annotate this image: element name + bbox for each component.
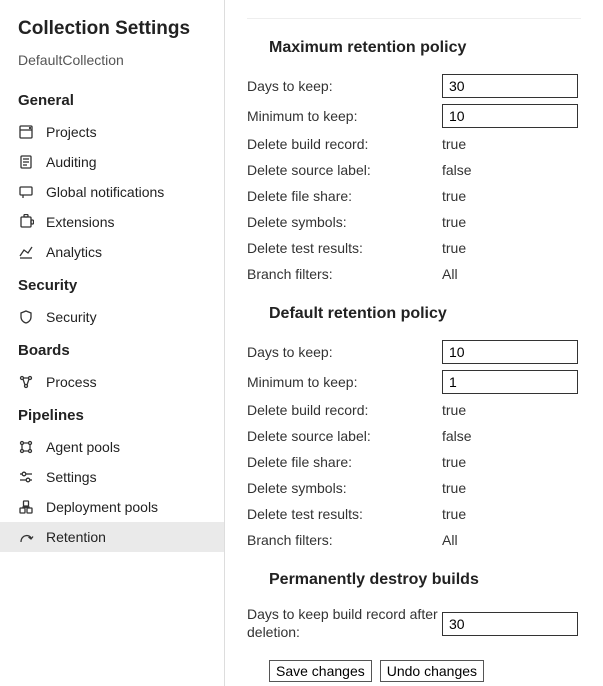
projects-icon xyxy=(18,124,34,140)
section-default-title: Default retention policy xyxy=(247,287,581,337)
def-min-label: Minimum to keep: xyxy=(247,374,442,390)
sidebar-item-retention[interactable]: Retention xyxy=(0,522,224,552)
settings-icon xyxy=(18,469,34,485)
max-min-input[interactable] xyxy=(442,104,578,128)
deployment-icon xyxy=(18,499,34,515)
sidebar-item-security[interactable]: Security xyxy=(0,302,224,332)
section-max-title: Maximum retention policy xyxy=(247,33,581,71)
def-delete-fileshare-label: Delete file share: xyxy=(247,454,442,470)
sidebar-item-label: Analytics xyxy=(46,244,102,260)
max-delete-source-label: Delete source label: xyxy=(247,162,442,178)
sidebar-item-global-notifications[interactable]: Global notifications xyxy=(0,177,224,207)
sidebar-item-auditing[interactable]: Auditing xyxy=(0,147,224,177)
sidebar-item-process[interactable]: Process xyxy=(0,367,224,397)
analytics-icon xyxy=(18,244,34,260)
def-branch-label: Branch filters: xyxy=(247,532,442,548)
sidebar: Collection Settings DefaultCollection Ge… xyxy=(0,0,225,686)
nav-group-general: General xyxy=(0,82,224,117)
sidebar-item-label: Retention xyxy=(46,529,106,545)
max-delete-source-value: false xyxy=(442,162,472,178)
sidebar-item-label: Agent pools xyxy=(46,439,120,455)
max-delete-fileshare-label: Delete file share: xyxy=(247,188,442,204)
def-delete-symbols-label: Delete symbols: xyxy=(247,480,442,496)
max-min-label: Minimum to keep: xyxy=(247,108,442,124)
sidebar-item-label: Extensions xyxy=(46,214,114,230)
def-delete-symbols-value: true xyxy=(442,480,466,496)
sidebar-item-settings[interactable]: Settings xyxy=(0,462,224,492)
def-branch-value: All xyxy=(442,532,458,548)
nav-group-pipelines: Pipelines xyxy=(0,397,224,432)
max-branch-label: Branch filters: xyxy=(247,266,442,282)
page-title: Collection Settings xyxy=(0,14,224,46)
auditing-icon xyxy=(18,154,34,170)
section-destroy-title: Permanently destroy builds xyxy=(247,553,581,603)
sidebar-item-label: Auditing xyxy=(46,154,97,170)
divider xyxy=(247,18,581,19)
sidebar-item-label: Settings xyxy=(46,469,97,485)
sidebar-item-label: Deployment pools xyxy=(46,499,158,515)
max-days-input[interactable] xyxy=(442,74,578,98)
max-delete-build-label: Delete build record: xyxy=(247,136,442,152)
sidebar-item-label: Projects xyxy=(46,124,97,140)
max-delete-build-value: true xyxy=(442,136,466,152)
sidebar-item-agent-pools[interactable]: Agent pools xyxy=(0,432,224,462)
def-days-input[interactable] xyxy=(442,340,578,364)
process-icon xyxy=(18,374,34,390)
destroy-days-label: Days to keep build record after deletion… xyxy=(247,606,442,641)
max-delete-symbols-label: Delete symbols: xyxy=(247,214,442,230)
sidebar-item-label: Global notifications xyxy=(46,184,164,200)
def-min-input[interactable] xyxy=(442,370,578,394)
sidebar-item-label: Security xyxy=(46,309,97,325)
save-button[interactable]: Save changes xyxy=(269,660,372,682)
def-delete-build-label: Delete build record: xyxy=(247,402,442,418)
max-delete-symbols-value: true xyxy=(442,214,466,230)
max-delete-fileshare-value: true xyxy=(442,188,466,204)
collection-name: DefaultCollection xyxy=(0,46,224,82)
def-days-label: Days to keep: xyxy=(247,344,442,360)
destroy-days-input[interactable] xyxy=(442,612,578,636)
nav-group-boards: Boards xyxy=(0,332,224,367)
def-delete-fileshare-value: true xyxy=(442,454,466,470)
max-days-label: Days to keep: xyxy=(247,78,442,94)
sidebar-item-label: Process xyxy=(46,374,97,390)
sidebar-item-extensions[interactable]: Extensions xyxy=(0,207,224,237)
notifications-icon xyxy=(18,184,34,200)
extensions-icon xyxy=(18,214,34,230)
def-delete-tests-label: Delete test results: xyxy=(247,506,442,522)
max-delete-tests-label: Delete test results: xyxy=(247,240,442,256)
def-delete-source-label: Delete source label: xyxy=(247,428,442,444)
shield-icon xyxy=(18,309,34,325)
def-delete-tests-value: true xyxy=(442,506,466,522)
retention-icon xyxy=(18,529,34,545)
max-branch-value: All xyxy=(442,266,458,282)
sidebar-item-analytics[interactable]: Analytics xyxy=(0,237,224,267)
def-delete-source-value: false xyxy=(442,428,472,444)
sidebar-item-deployment-pools[interactable]: Deployment pools xyxy=(0,492,224,522)
nav-group-security: Security xyxy=(0,267,224,302)
agent-pools-icon xyxy=(18,439,34,455)
undo-button[interactable]: Undo changes xyxy=(380,660,484,682)
main-panel: Maximum retention policy Days to keep: M… xyxy=(225,0,603,686)
max-delete-tests-value: true xyxy=(442,240,466,256)
def-delete-build-value: true xyxy=(442,402,466,418)
sidebar-item-projects[interactable]: Projects xyxy=(0,117,224,147)
